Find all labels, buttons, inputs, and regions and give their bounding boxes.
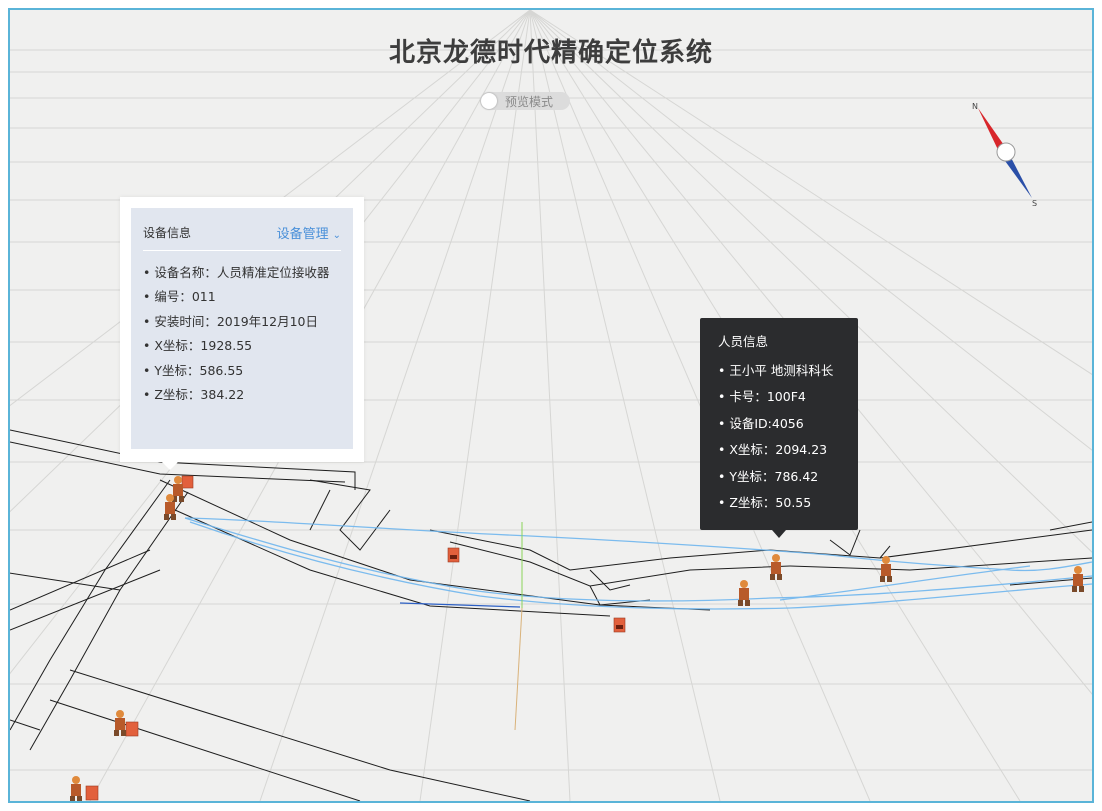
card-number-field: 卡号：100F4 — [718, 384, 858, 410]
device-manage-label: 设备管理 — [276, 226, 329, 242]
device-marker — [447, 547, 460, 563]
y-coordinate-field: Y坐标：786.42 — [718, 464, 858, 490]
page-title: 北京龙德时代精确定位系统 — [388, 38, 713, 68]
trajectory-lines — [184, 517, 1092, 610]
device-info-header: 设备信息 设备管理 ⌄ — [143, 208, 341, 251]
preview-mode-toggle[interactable]: 预览模式 — [480, 92, 570, 110]
worker-icon — [738, 580, 750, 606]
z-coordinate-field: Z坐标：50.55 — [718, 490, 858, 516]
device-info-body: 设备信息 设备管理⌄ 设备名称：人员精准定位接收器 编号：011 安装时间：20… — [131, 208, 353, 449]
install-time-field: 安装时间：2019年12月10日 — [143, 310, 341, 334]
device-id-field: 设备ID:4056 — [718, 411, 858, 437]
device-marker — [125, 721, 139, 737]
worker-icon — [114, 710, 126, 736]
chevron-down-icon: ⌄ — [332, 229, 341, 241]
device-marker — [85, 785, 99, 801]
y-coordinate-field: Y坐标：586.55 — [143, 359, 341, 383]
tunnel-outlines — [10, 429, 1092, 801]
compass-south-label: S — [1032, 199, 1037, 208]
toggle-knob[interactable] — [481, 93, 497, 109]
device-manage-dropdown[interactable]: 设备管理 ⌄ — [277, 223, 341, 242]
person-info-popup: 人员信息 王小平 地测科科长 卡号：100F4 设备ID:4056 X坐标：20… — [700, 318, 858, 538]
device-info-title: 设备信息 — [143, 225, 192, 240]
worker-icon — [70, 776, 82, 801]
x-coordinate-field: X坐标：2094.23 — [718, 437, 858, 463]
device-name-field: 设备名称：人员精准定位接收器 — [143, 261, 341, 285]
compass-icon[interactable]: N S — [970, 100, 1050, 210]
worker-markers — [70, 476, 1084, 801]
preview-mode-label: 预览模式 — [505, 94, 554, 109]
z-coordinate-field: Z坐标：384.22 — [143, 383, 341, 407]
x-coordinate-field: X坐标：1928.55 — [143, 334, 341, 358]
device-info-list: 设备名称：人员精准定位接收器 编号：011 安装时间：2019年12月10日 X… — [131, 261, 353, 407]
person-name-field: 王小平 地测科科长 — [718, 358, 858, 384]
axis-z — [514, 607, 523, 731]
compass-north-label: N — [972, 102, 978, 111]
worker-icon — [1072, 566, 1084, 592]
person-info-list: 王小平 地测科科长 卡号：100F4 设备ID:4056 X坐标：2094.23… — [700, 358, 858, 516]
device-marker — [181, 475, 194, 489]
device-markers — [85, 475, 626, 801]
device-number-field: 编号：011 — [143, 285, 341, 309]
device-marker — [613, 617, 626, 633]
device-info-popup: 设备信息 设备管理⌄ 设备名称：人员精准定位接收器 编号：011 安装时间：20… — [120, 197, 364, 470]
person-info-title: 人员信息 — [718, 334, 769, 349]
worker-icon — [770, 554, 782, 580]
map-viewport[interactable]: 北京龙德时代精确定位系统 预览模式 N S 设备信息 设备管理⌄ 设备名称：人员… — [8, 8, 1094, 803]
